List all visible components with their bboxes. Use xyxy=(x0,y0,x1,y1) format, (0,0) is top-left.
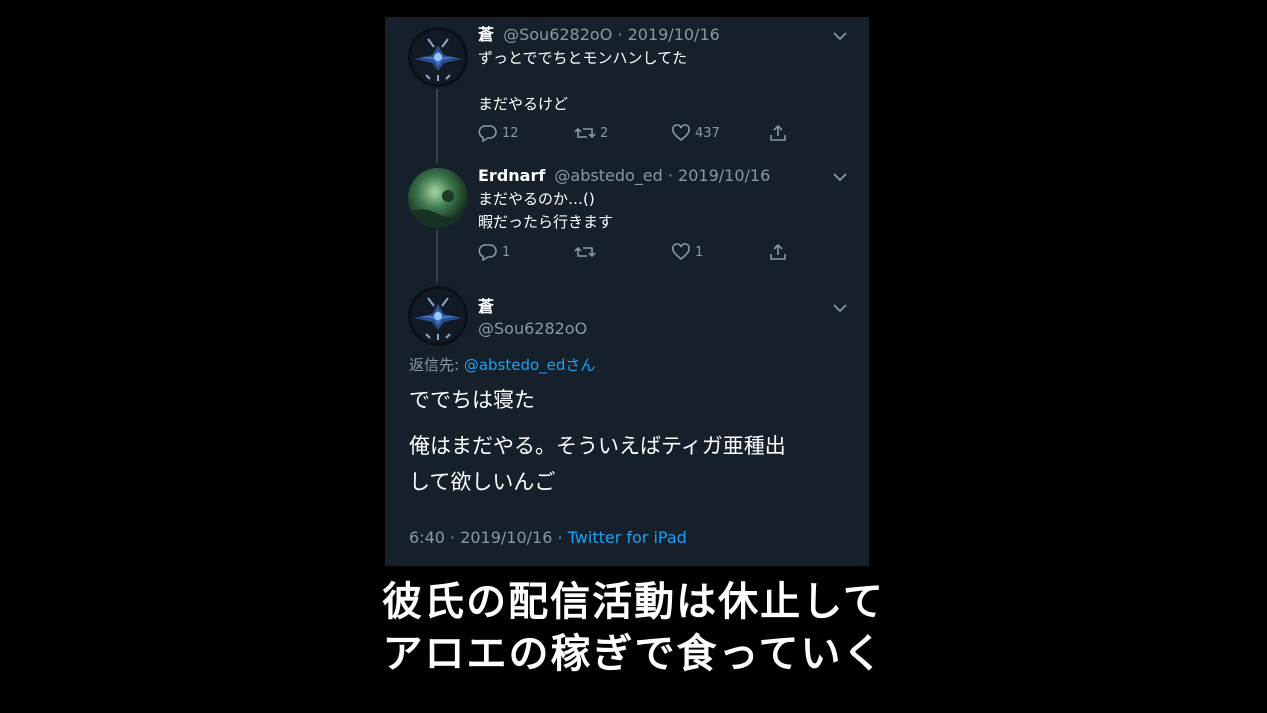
dragon-emblem-icon xyxy=(408,27,468,87)
retweet-button[interactable] xyxy=(574,241,600,263)
user-handle[interactable]: @abstedo_ed xyxy=(554,166,662,185)
user-handle[interactable]: @Sou6282oO xyxy=(503,25,612,44)
retweet-icon xyxy=(574,246,596,258)
chevron-down-icon[interactable] xyxy=(833,303,847,313)
display-name[interactable]: Erdnarf xyxy=(478,166,545,185)
thread-line xyxy=(436,230,438,282)
avatar[interactable] xyxy=(408,27,468,87)
retweet-button[interactable]: 2 xyxy=(574,122,608,144)
tweet-header: Erdnarf @abstedo_ed · 2019/10/16 xyxy=(478,166,770,186)
tweet-thread-card: 蒼 @Sou6282oO · 2019/10/16 ずっとででちとモンハンしてた… xyxy=(385,17,869,566)
video-frame: 蒼 @Sou6282oO · 2019/10/16 ずっとででちとモンハンしてた… xyxy=(0,0,1267,713)
heart-icon xyxy=(672,243,690,261)
tweet-text-line: 暇だったら行きます xyxy=(478,213,614,231)
replying-to-label: 返信先: xyxy=(409,356,464,374)
dragon-emblem-icon xyxy=(408,286,468,346)
avatar[interactable] xyxy=(408,286,468,346)
heart-icon xyxy=(672,124,690,142)
thread-line xyxy=(436,89,438,163)
video-caption: 彼氏の配信活動は休止して アロエの稼ぎで食っていく xyxy=(0,576,1267,680)
tweet-date[interactable]: 2019/10/16 xyxy=(678,166,770,185)
tweet-text-line xyxy=(478,70,687,93)
mention-link[interactable]: @abstedo_edさん xyxy=(464,356,596,374)
main-tweet-handle: @Sou6282oO xyxy=(478,319,587,339)
tweet-timestamp[interactable]: 6:40 · 2019/10/16 · xyxy=(409,528,568,547)
main-tweet-text-line: 俺はまだやる。そういえばティガ亜種出 xyxy=(409,434,786,458)
like-count: 437 xyxy=(695,125,720,141)
replying-to: 返信先: @abstedo_edさん xyxy=(409,354,595,375)
main-tweet-text-line: ででちは寝た xyxy=(409,388,535,412)
user-handle[interactable]: @Sou6282oO xyxy=(478,319,587,338)
tweet-actions: 12 2 437 xyxy=(478,122,798,144)
tweet-body: ずっとででちとモンハンしてた まだやるけど xyxy=(478,47,687,116)
tweet-text-line: まだやるけど xyxy=(478,95,569,113)
like-count: 1 xyxy=(695,244,704,260)
main-tweet-text-line: して欲しいんご xyxy=(409,470,556,494)
reply-count: 12 xyxy=(502,125,519,141)
reply-button[interactable]: 12 xyxy=(478,122,519,144)
caption-line: アロエの稼ぎで食っていく xyxy=(382,631,885,677)
share-icon xyxy=(770,124,786,141)
tweet-actions: 1 1 xyxy=(478,241,798,263)
chevron-down-icon[interactable] xyxy=(833,31,847,41)
tweet-text-line: ずっとででちとモンハンしてた xyxy=(478,49,688,67)
retweet-icon xyxy=(574,127,596,139)
reply-icon xyxy=(478,125,497,143)
avatar[interactable] xyxy=(408,168,468,228)
tweet-body: まだやるのか…() 暇だったら行きます xyxy=(478,188,613,234)
tweet-header: 蒼 @Sou6282oO · 2019/10/16 xyxy=(478,25,720,45)
like-button[interactable]: 1 xyxy=(671,241,703,263)
reply-count: 1 xyxy=(502,244,511,260)
separator-dot: · xyxy=(617,25,623,44)
reply-button[interactable]: 1 xyxy=(478,241,510,263)
green-scene-icon xyxy=(408,168,468,228)
share-button[interactable] xyxy=(768,241,792,263)
reply-icon xyxy=(478,244,497,262)
tweet-date[interactable]: 2019/10/16 xyxy=(628,25,720,44)
main-tweet-name: 蒼 xyxy=(478,297,498,317)
share-button[interactable] xyxy=(768,122,792,144)
like-button[interactable]: 437 xyxy=(671,122,720,144)
tweet-source-link[interactable]: Twitter for iPad xyxy=(568,528,687,547)
caption-line: 彼氏の配信活動は休止して xyxy=(382,579,885,625)
tweet-meta: 6:40 · 2019/10/16 · Twitter for iPad xyxy=(409,528,687,547)
display-name[interactable]: 蒼 xyxy=(478,25,494,44)
share-icon xyxy=(770,243,786,260)
chevron-down-icon[interactable] xyxy=(833,172,847,182)
display-name[interactable]: 蒼 xyxy=(478,297,494,316)
retweet-count: 2 xyxy=(600,125,609,141)
separator-dot: · xyxy=(667,166,673,185)
tweet-text-line: まだやるのか…() xyxy=(478,190,595,208)
